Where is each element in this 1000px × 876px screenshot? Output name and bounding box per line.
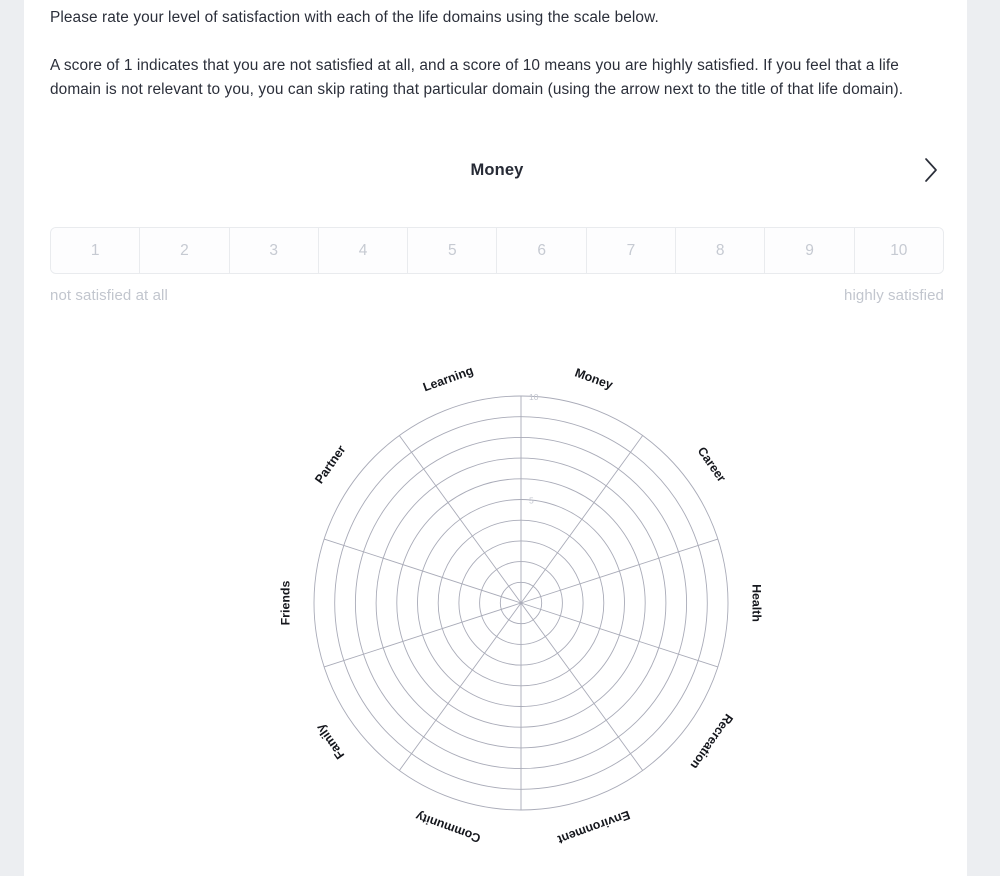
radar-spoke <box>398 602 522 771</box>
scale-option-3[interactable]: 3 <box>229 228 319 273</box>
radar-axis-label: Learning <box>421 363 475 394</box>
domain-title-row: Money <box>50 152 944 190</box>
radar-axis-label: Health <box>750 584 764 622</box>
scale-option-7[interactable]: 7 <box>586 228 677 273</box>
scale-option-1[interactable]: 1 <box>51 228 141 273</box>
radar-axis-label: Friends <box>278 581 292 626</box>
scale-option-9[interactable]: 9 <box>765 228 855 273</box>
chevron-right-icon[interactable] <box>916 155 946 185</box>
intro-text: Please rate your level of satisfaction w… <box>50 6 944 102</box>
scale-option-6[interactable]: 6 <box>497 228 587 273</box>
radar-axis-label: Family <box>313 721 347 761</box>
radar-spoke <box>398 435 522 604</box>
radar-axis-label: Environment <box>556 808 632 847</box>
radar-chart-svg: 5 10 Money Career Health Recreation Environmen… <box>278 363 764 847</box>
radar-axis-label: Recreation <box>688 711 736 771</box>
scale-option-2[interactable]: 2 <box>140 228 230 273</box>
radar-axis-label: Community <box>414 809 483 846</box>
scale-option-8[interactable]: 8 <box>676 228 766 273</box>
scale-option-5[interactable]: 5 <box>408 228 498 273</box>
radar-chart: 5 10 Money Career Health Recreation Environmen… <box>50 330 944 870</box>
radar-spoke <box>520 435 644 604</box>
scale-option-4[interactable]: 4 <box>318 228 409 273</box>
radar-axis-label: Career <box>695 444 729 484</box>
page-title: Money <box>470 161 524 179</box>
scale-anchor-low: not satisfied at all <box>50 287 168 304</box>
scale-anchors: not satisfied at all highly satisfied <box>50 286 944 308</box>
survey-card: Please rate your level of satisfaction w… <box>24 0 967 876</box>
intro-paragraph-2: A score of 1 indicates that you are not … <box>50 57 904 98</box>
scale-anchor-high: highly satisfied <box>844 287 944 304</box>
radar-tick-label: 10 <box>529 392 539 402</box>
radar-axis-label: Partner <box>312 443 348 487</box>
rating-scale[interactable]: 1 2 3 4 5 6 7 8 9 10 <box>50 227 944 274</box>
radar-tick-label: 5 <box>529 496 534 506</box>
radar-spoke <box>520 602 644 771</box>
scale-option-10[interactable]: 10 <box>854 228 943 273</box>
intro-paragraph-1: Please rate your level of satisfaction w… <box>50 9 659 26</box>
radar-axis-label: Money <box>573 366 615 393</box>
page-root: Please rate your level of satisfaction w… <box>0 0 1000 876</box>
